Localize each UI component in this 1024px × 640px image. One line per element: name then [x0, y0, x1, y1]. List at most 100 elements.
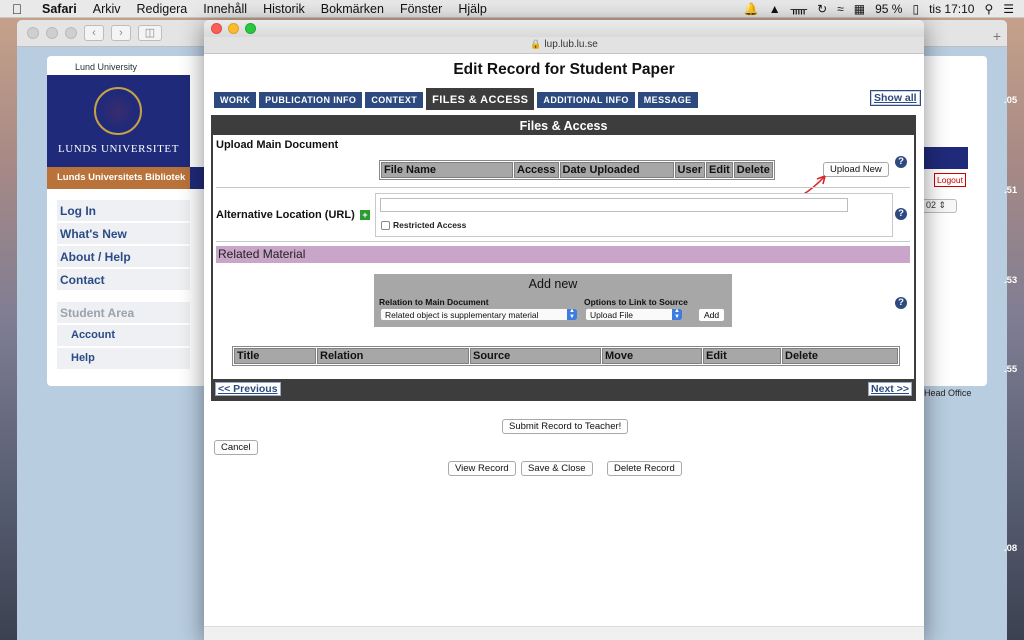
- spotlight-icon[interactable]: ⚲: [984, 2, 993, 16]
- options-select-value: Upload File: [590, 310, 633, 320]
- files-header-row: File Name Access Date Uploaded User Edit…: [381, 162, 773, 178]
- col-relation: Relation: [317, 348, 469, 364]
- help-icon[interactable]: ?: [895, 297, 907, 309]
- popup-titlebar: [204, 20, 924, 37]
- help-icon[interactable]: ?: [895, 156, 907, 168]
- menu-innehall[interactable]: Innehåll: [195, 2, 255, 16]
- cancel-button[interactable]: Cancel: [214, 440, 258, 455]
- minimize-button[interactable]: [228, 23, 239, 34]
- menu-safari[interactable]: Safari: [34, 2, 85, 16]
- delete-record-button[interactable]: Delete Record: [607, 461, 682, 476]
- nav-contact[interactable]: Contact: [57, 269, 190, 290]
- show-all-button[interactable]: Show all: [870, 90, 921, 106]
- add-new-box: Add new Relation to Main Document Option…: [374, 274, 732, 327]
- view-record-button[interactable]: View Record: [448, 461, 516, 476]
- horizontal-scrollbar[interactable]: [204, 626, 924, 640]
- tab-context[interactable]: CONTEXT: [365, 92, 424, 108]
- alt-location-label: Alternative Location (URL): [216, 209, 355, 221]
- menu-historik[interactable]: Historik: [255, 2, 313, 16]
- select-arrows-icon: ▲ ▼: [672, 309, 682, 320]
- sync-icon[interactable]: ↻: [817, 2, 827, 16]
- tab-message[interactable]: MESSAGE: [637, 92, 698, 108]
- edge-number: .53: [1004, 275, 1018, 286]
- upload-main-label: Upload Main Document: [216, 139, 339, 151]
- head-office-text: Head Office: [924, 388, 972, 398]
- notification-center-icon[interactable]: ☰: [1003, 2, 1014, 16]
- menu-bokmarken[interactable]: Bokmärken: [313, 2, 392, 16]
- add-button[interactable]: Add: [698, 308, 726, 322]
- bg-minimize-button[interactable]: [46, 27, 58, 39]
- apple-menu-icon[interactable]: : [0, 1, 34, 17]
- panel-title: Files & Access: [213, 117, 914, 135]
- options-select[interactable]: Upload File ▲ ▼: [585, 308, 683, 321]
- add-new-title: Add new: [528, 277, 578, 291]
- nav-whats-new[interactable]: What's New: [57, 223, 190, 244]
- url-text: lup.lub.lu.se: [544, 39, 598, 50]
- tab-files-access[interactable]: FILES & ACCESS: [426, 88, 535, 110]
- related-header-row: Title Relation Source Move Edit Delete: [234, 348, 898, 364]
- tab-publication-info[interactable]: PUBLICATION INFO: [259, 92, 363, 108]
- nav-about-help[interactable]: About / Help: [57, 246, 190, 267]
- submit-to-teacher-button[interactable]: Submit Record to Teacher!: [502, 419, 629, 434]
- col-source: Source: [470, 348, 601, 364]
- add-plus-icon[interactable]: +: [360, 210, 370, 220]
- col-date-uploaded: Date Uploaded: [559, 162, 674, 178]
- previous-link[interactable]: << Previous: [215, 382, 281, 396]
- close-button[interactable]: [211, 23, 222, 34]
- col-edit: Edit: [703, 348, 781, 364]
- menu-fonster[interactable]: Fönster: [392, 2, 450, 16]
- logout-button[interactable]: Logout: [934, 173, 966, 187]
- panel-footer: << Previous Next >>: [213, 379, 914, 399]
- help-icon[interactable]: ?: [895, 208, 907, 220]
- battery-text[interactable]: 95 %: [875, 2, 902, 16]
- next-link[interactable]: Next >>: [868, 382, 912, 396]
- wifi-icon[interactable]: ≈: [837, 2, 844, 16]
- clock[interactable]: tis 17:10: [929, 2, 974, 16]
- alt-location-input[interactable]: [380, 198, 848, 212]
- back-arrow-icon[interactable]: ‹: [84, 25, 104, 41]
- options-label: Options to Link to Source: [584, 297, 688, 307]
- col-title: Title: [234, 348, 316, 364]
- bluetooth-icon[interactable]: ᚅ: [791, 2, 807, 16]
- tab-additional-info[interactable]: ADDITIONAL INFO: [537, 92, 635, 108]
- drive-icon[interactable]: ▲: [769, 2, 781, 16]
- bg-close-button[interactable]: [27, 27, 39, 39]
- bg-zoom-button[interactable]: [65, 27, 77, 39]
- relation-label: Relation to Main Document: [379, 297, 489, 307]
- col-user: User: [674, 162, 706, 178]
- lu-logo-block[interactable]: LUNDS UNIVERSITET: [47, 75, 190, 167]
- background-select[interactable]: 02 ⇕: [921, 199, 957, 213]
- sidebar-icon[interactable]: ◫: [138, 25, 162, 41]
- url-bar[interactable]: 🔒 lup.lub.lu.se: [204, 37, 924, 54]
- restricted-access-checkbox[interactable]: [381, 221, 390, 230]
- edge-number: .05: [1004, 95, 1018, 106]
- menu-extras: 🔔 ▲ ᚅ ↻ ≈ ▦ 95 % ▯ tis 17:10 ⚲ ☰: [744, 2, 1024, 16]
- col-edit: Edit: [706, 162, 733, 178]
- battery-icon[interactable]: ▯: [912, 2, 919, 16]
- related-table: Title Relation Source Move Edit Delete: [232, 346, 900, 366]
- university-seal-icon: [94, 87, 142, 135]
- select-arrows-icon: ▲ ▼: [567, 309, 577, 320]
- col-file-name: File Name: [381, 162, 513, 178]
- col-delete: Delete: [782, 348, 898, 364]
- calendar-icon[interactable]: ▦: [854, 2, 865, 16]
- zoom-button[interactable]: [245, 23, 256, 34]
- new-tab-plus-icon[interactable]: +: [993, 28, 1001, 44]
- record-tabs: WORK PUBLICATION INFO CONTEXT FILES & AC…: [214, 88, 698, 110]
- menu-arkiv[interactable]: Arkiv: [85, 2, 129, 16]
- nav-log-in[interactable]: Log In: [57, 200, 190, 221]
- tab-work[interactable]: WORK: [214, 92, 257, 108]
- nav-help[interactable]: Help: [57, 348, 190, 369]
- notification-bell-icon[interactable]: 🔔: [744, 2, 759, 16]
- lu-small-header: Lund University: [75, 62, 138, 72]
- section-divider: [216, 187, 910, 188]
- nav-account[interactable]: Account: [57, 325, 190, 346]
- col-move: Move: [602, 348, 702, 364]
- relation-select[interactable]: Related object is supplementary material…: [380, 308, 578, 321]
- menu-hjalp[interactable]: Hjälp: [450, 2, 495, 16]
- forward-arrow-icon[interactable]: ›: [111, 25, 131, 41]
- save-close-button[interactable]: Save & Close: [521, 461, 593, 476]
- background-select-value: 02: [926, 200, 937, 210]
- restricted-access-label: Restricted Access: [393, 220, 467, 230]
- menu-redigera[interactable]: Redigera: [129, 2, 196, 16]
